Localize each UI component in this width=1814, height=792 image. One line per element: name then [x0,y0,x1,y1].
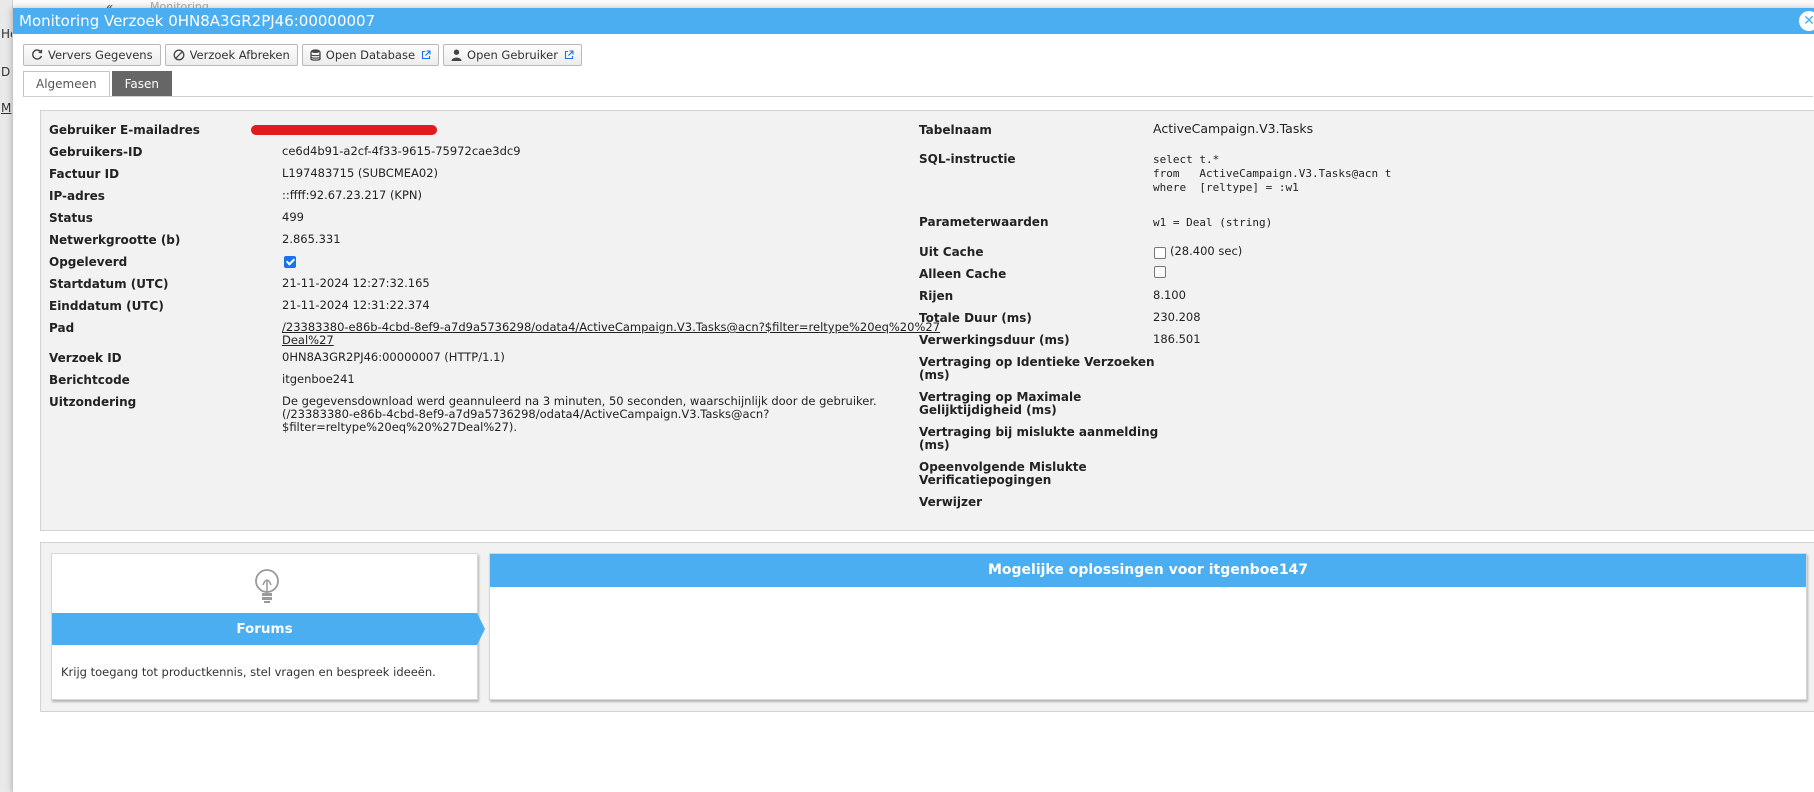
lightbulb-icon [255,569,279,603]
tab-algemeen[interactable]: Algemeen [23,71,110,96]
path-link-line-1[interactable]: /23383380-e86b-4cbd-8ef9-a7d9a5736298/od… [282,321,940,334]
invoice-label: Factuur ID [49,167,120,181]
delay-failed-label-2: (ms) [919,438,950,452]
processing-duration-value: 186.501 [1153,332,1201,346]
details-panel: Gebruiker E-mailadres Gebruikers-ID ce6d… [40,110,1814,531]
message-code-value: itgenboe241 [282,372,355,386]
network-size-value: 2.865.331 [282,232,341,246]
start-date-value: 21-11-2024 12:27:32.165 [282,276,430,290]
arrow-right-icon [477,613,485,645]
from-cache-label: Uit Cache [919,245,984,259]
end-date-label: Einddatum (UTC) [49,299,164,313]
open-user-button[interactable]: Open Gebruiker [443,44,582,66]
dialog-titlebar[interactable]: Monitoring Verzoek 0HN8A3GR2PJ46:0000000… [13,8,1814,34]
forums-description: Krijg toegang tot productkennis, stel vr… [61,665,436,679]
delivered-label: Opgeleverd [49,255,128,269]
delay-max-label-1: Vertraging op Maximale [919,390,1082,404]
database-icon [310,49,321,61]
external-link-icon [564,50,574,60]
abort-request-button[interactable]: Verzoek Afbreken [164,44,298,66]
sql-line-3: where [reltype] = :w1 [1153,181,1299,194]
user-id-label: Gebruikers-ID [49,145,143,159]
forums-title-bar: Forums [52,613,485,645]
open-database-label: Open Database [325,48,416,62]
path-link-line-2[interactable]: Deal%27 [282,334,334,347]
from-cache-value: (28.400 sec) [1170,244,1243,258]
delivered-checkbox[interactable] [284,256,296,268]
status-label: Status [49,211,93,225]
rows-label: Rijen [919,289,954,303]
status-value: 499 [282,210,304,224]
exception-line-3: $filter=reltype%20eq%20%27Deal%27). [282,420,518,434]
path-label: Pad [49,321,75,335]
parameters-label: Parameterwaarden [919,215,1049,229]
background-item-3[interactable]: M [1,101,11,115]
help-panel: Forums Krijg toegang tot productkennis, … [40,542,1814,712]
parameters-value: w1 = Deal (string) [1153,216,1273,229]
solutions-card: Mogelijke oplossingen voor itgenboe147 [489,553,1807,700]
open-database-button[interactable]: Open Database [301,44,440,66]
refresh-button[interactable]: Ververs Gegevens [23,44,161,66]
remover-label: Verwijzer [919,495,983,509]
consecutive-failed-label-1: Opeenvolgende Mislukte [919,460,1087,474]
cache-only-label: Alleen Cache [919,267,1007,281]
table-name-label: Tabelnaam [919,123,992,137]
exception-label: Uitzondering [49,395,137,409]
toolbar: Ververs Gegevens Verzoek Afbreken Open D… [23,44,586,66]
solutions-title: Mogelijke oplossingen voor itgenboe147 [490,554,1806,587]
ban-icon [173,49,185,61]
request-id-label: Verzoek ID [49,351,122,365]
user-icon [451,49,462,61]
redacted-email [251,125,437,135]
from-cache-checkbox[interactable] [1154,247,1166,259]
ip-label: IP-adres [49,189,105,203]
rows-value: 8.100 [1153,288,1186,302]
dialog-title: Monitoring Verzoek 0HN8A3GR2PJ46:0000000… [19,12,376,30]
cache-only-checkbox[interactable] [1154,266,1166,278]
tab-fasen[interactable]: Fasen [111,71,173,96]
user-id-value: ce6d4b91-a2cf-4f33-9615-75972cae3dc9 [282,144,521,158]
close-icon[interactable]: ✕ [1799,11,1814,31]
forums-title: Forums [236,621,293,637]
forums-card[interactable]: Forums Krijg toegang tot productkennis, … [51,553,485,700]
total-duration-value: 230.208 [1153,310,1201,324]
total-duration-label: Totale Duur (ms) [919,311,1032,325]
refresh-icon [32,49,43,60]
tab-divider [23,96,1813,97]
tab-bar: Algemeen Fasen [23,71,174,96]
ip-value: ::ffff:92.67.23.217 (KPN) [282,188,422,202]
consecutive-failed-label-2: Verificatiepogingen [919,473,1052,487]
request-id-value: 0HN8A3GR2PJ46:00000007 (HTTP/1.1) [282,350,505,364]
monitoring-dialog: Monitoring Verzoek 0HN8A3GR2PJ46:0000000… [12,8,1814,792]
delay-max-label-2: Gelijktijdigheid (ms) [919,403,1057,417]
delay-identical-label-1: Vertraging op Identieke Verzoeken [919,355,1155,369]
sql-line-1: select t.* [1153,153,1220,166]
external-link-icon [421,50,431,60]
message-code-label: Berichtcode [49,373,130,387]
sql-label: SQL-instructie [919,152,1016,166]
open-user-label: Open Gebruiker [467,48,558,62]
sql-line-2: from ActiveCampaign.V3.Tasks@acn t [1153,167,1392,180]
refresh-label: Ververs Gegevens [48,48,153,62]
delay-failed-label-1: Vertraging bij mislukte aanmelding [919,425,1159,439]
email-label: Gebruiker E-mailadres [49,123,200,137]
delay-identical-label-2: (ms) [919,368,950,382]
network-size-label: Netwerkgrootte (b) [49,233,181,247]
start-date-label: Startdatum (UTC) [49,277,169,291]
background-item-2: D [1,65,11,79]
invoice-value: L197483715 (SUBCMEA02) [282,166,439,180]
processing-duration-label: Verwerkingsduur (ms) [919,333,1070,347]
table-name-value: ActiveCampaign.V3.Tasks [1153,121,1314,136]
abort-label: Verzoek Afbreken [189,48,290,62]
end-date-value: 21-11-2024 12:31:22.374 [282,298,430,312]
